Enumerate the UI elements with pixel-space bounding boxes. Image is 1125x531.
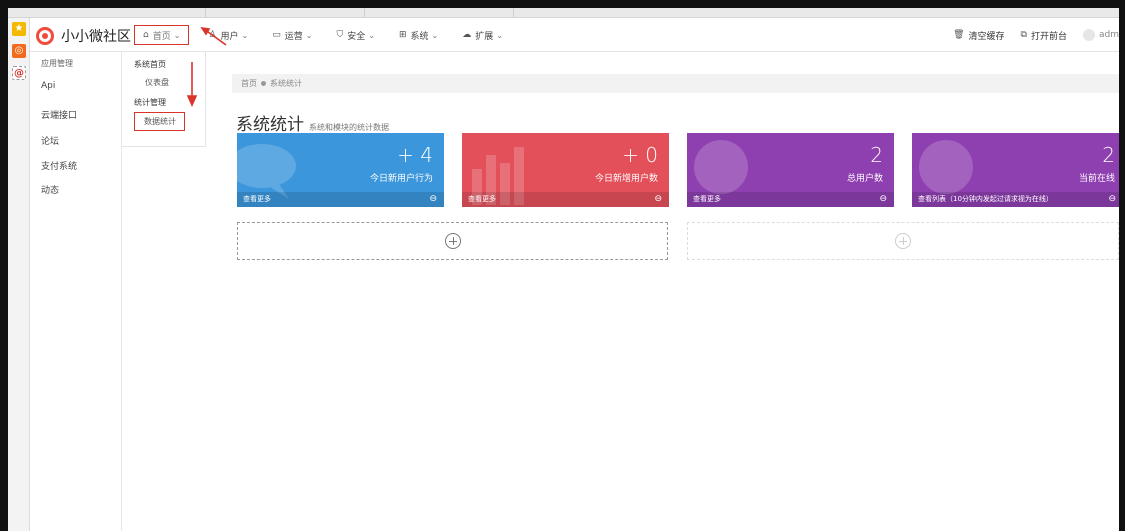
stat-card-online-now: 2 当前在线 查看列表（10分钟内发起过请求视为在线） ⊖ xyxy=(912,133,1119,207)
avatar xyxy=(1083,29,1095,41)
add-widget-slot[interactable] xyxy=(237,222,668,260)
stat-footer-link[interactable]: 查看更多 ⊖ xyxy=(462,192,669,207)
breadcrumb-separator-icon xyxy=(261,81,266,86)
user-name: adm xyxy=(1099,30,1119,40)
nav-item-label: 用户 xyxy=(220,31,239,42)
top-right-actions: 🗑︎ 清空缓存 ⧉ 打开前台 adm xyxy=(937,18,1119,52)
stat-footer-link[interactable]: 查看列表（10分钟内发起过请求视为在线） ⊖ xyxy=(912,192,1119,207)
submenu-item-dashboard[interactable]: 仪表盘 xyxy=(145,77,169,88)
nav-item-label: 安全 xyxy=(347,31,366,42)
chevron-down-icon: ⌄ xyxy=(305,30,313,40)
window-frame-left xyxy=(0,0,8,531)
arrow-circle-right-icon: ⊖ xyxy=(879,194,887,204)
stat-footer-text: 查看更多 xyxy=(243,195,271,203)
clear-cache-label: 清空缓存 xyxy=(968,31,1005,42)
nav-item-label: 运营 xyxy=(284,31,303,42)
tab-divider xyxy=(364,8,365,18)
stat-label: 当前在线 xyxy=(1078,174,1115,184)
star-icon[interactable]: ★ xyxy=(12,22,26,36)
stat-footer-link[interactable]: 查看更多 ⊖ xyxy=(237,192,444,207)
stat-footer-text: 查看更多 xyxy=(693,195,721,203)
submenu-sidebar: 系统首页 仪表盘 统计管理 数据统计 xyxy=(122,52,206,147)
chevron-down-icon: ⌄ xyxy=(368,30,375,40)
user-icon: ♙ xyxy=(208,30,217,40)
sidebar-item-feed[interactable]: 动态 xyxy=(41,183,59,196)
user-menu[interactable]: adm xyxy=(1083,29,1119,41)
browser-tab-strip xyxy=(8,8,1119,18)
mail-icon[interactable]: @ xyxy=(12,66,26,80)
stat-label: 今日新用户行为 xyxy=(369,174,433,184)
open-frontend-button[interactable]: ⧉ 打开前台 xyxy=(1021,29,1067,42)
nav-item-label: 系统 xyxy=(410,31,429,42)
arrow-circle-right-icon: ⊖ xyxy=(1108,194,1116,204)
stat-label: 今日新增用户数 xyxy=(594,174,658,184)
plus-circle-icon xyxy=(895,233,911,249)
globe-icon xyxy=(919,140,973,194)
submenu-group-stats: 统计管理 xyxy=(134,98,166,107)
stat-card-total-users: 2 总用户数 查看更多 ⊖ xyxy=(687,133,894,207)
tab-divider xyxy=(205,8,206,18)
shield-icon: ⛉ xyxy=(336,30,344,40)
breadcrumb-current: 系统统计 xyxy=(270,79,302,88)
breadcrumb-home[interactable]: 首页 xyxy=(241,74,257,93)
nav-item-extend[interactable]: ☁ 扩展 ⌄ xyxy=(459,25,506,45)
submenu-item-data-stats[interactable]: 数据统计 xyxy=(134,112,185,131)
nav-item-label: 首页 xyxy=(152,31,171,42)
stat-footer-link[interactable]: 查看更多 ⊖ xyxy=(687,192,894,207)
chevron-down-icon: ⌄ xyxy=(173,30,181,40)
stat-card-new-user-actions: + 4 今日新用户行为 查看更多 ⊖ xyxy=(237,133,444,207)
page-title: 系统统计 系统和模块的统计数据 xyxy=(236,110,389,135)
sidebar-item-payment[interactable]: 支付系统 xyxy=(41,159,77,172)
tab-divider xyxy=(513,8,514,18)
sidebar-heading: 应用管理 xyxy=(41,59,73,68)
add-widget-slot[interactable] xyxy=(687,222,1119,260)
globe-icon xyxy=(694,140,748,194)
stat-value: + 0 xyxy=(622,143,658,167)
chevron-down-icon: ⌄ xyxy=(431,30,439,40)
main-nav: ⌂ 首页 ⌄ ♙ 用户 ⌄ ▭ 运营 ⌄ ⛉ 安全 ⌄ ⊞ 系统 ⌄ ☁ 扩展 … xyxy=(134,18,524,52)
top-navbar: 小小微社区 ⌂ 首页 ⌄ ♙ 用户 ⌄ ▭ 运营 ⌄ ⛉ 安全 ⌄ ⊞ 系统 ⌄… xyxy=(30,18,1119,52)
home-icon: ⌂ xyxy=(143,30,149,40)
cloud-icon: ☁ xyxy=(462,30,472,40)
nav-item-system[interactable]: ⊞ 系统 ⌄ xyxy=(396,25,441,45)
windows-icon: ⊞ xyxy=(398,30,407,40)
stat-footer-text: 查看更多 xyxy=(468,195,496,203)
stat-label: 总用户数 xyxy=(846,174,883,184)
breadcrumb: 首页 系统统计 xyxy=(232,74,1119,93)
page-subtitle: 系统和模块的统计数据 xyxy=(309,123,389,132)
window-frame-top xyxy=(0,0,1125,8)
stat-value: 2 xyxy=(1102,143,1115,167)
arrow-circle-right-icon: ⊖ xyxy=(429,194,437,204)
stat-footer-text: 查看列表（10分钟内发起过请求视为在线） xyxy=(918,195,1053,203)
open-frontend-label: 打开前台 xyxy=(1030,31,1067,42)
app-sidebar: 应用管理 Api 云端接口 论坛 支付系统 动态 xyxy=(30,52,122,531)
stat-value: 2 xyxy=(870,143,883,167)
logo-icon xyxy=(36,27,54,45)
monitor-icon: ▭ xyxy=(272,30,281,40)
nav-item-home[interactable]: ⌂ 首页 ⌄ xyxy=(134,25,190,45)
weibo-icon[interactable]: ◎ xyxy=(12,44,26,58)
page-title-text: 系统统计 xyxy=(236,115,304,135)
arrow-circle-right-icon: ⊖ xyxy=(654,194,662,204)
brand-name: 小小微社区 xyxy=(61,29,131,45)
clear-cache-button[interactable]: 🗑︎ 清空缓存 xyxy=(953,29,1004,42)
plus-circle-icon xyxy=(444,233,461,249)
nav-item-label: 扩展 xyxy=(475,31,494,42)
copy-icon: ⧉ xyxy=(1020,30,1027,40)
nav-item-operations[interactable]: ▭ 运营 ⌄ xyxy=(269,25,315,45)
nav-item-security[interactable]: ⛉ 安全 ⌄ xyxy=(333,25,377,45)
browser-extension-strip: ★ ◎ @ xyxy=(8,18,30,531)
window-frame-right xyxy=(1119,0,1125,531)
chevron-down-icon: ⌄ xyxy=(496,30,503,40)
sidebar-item-api[interactable]: Api xyxy=(41,81,55,91)
trash-icon: 🗑︎ xyxy=(953,30,965,40)
stat-value: + 4 xyxy=(397,143,433,167)
nav-item-user[interactable]: ♙ 用户 ⌄ xyxy=(205,25,251,45)
chevron-down-icon: ⌄ xyxy=(241,30,249,40)
sidebar-item-cloud-api[interactable]: 云端接口 xyxy=(41,108,77,121)
sidebar-item-forum[interactable]: 论坛 xyxy=(41,134,59,147)
submenu-group-system-home: 系统首页 xyxy=(134,60,166,69)
brand[interactable]: 小小微社区 xyxy=(36,25,131,47)
stat-card-new-users-today: + 0 今日新增用户数 查看更多 ⊖ xyxy=(462,133,669,207)
